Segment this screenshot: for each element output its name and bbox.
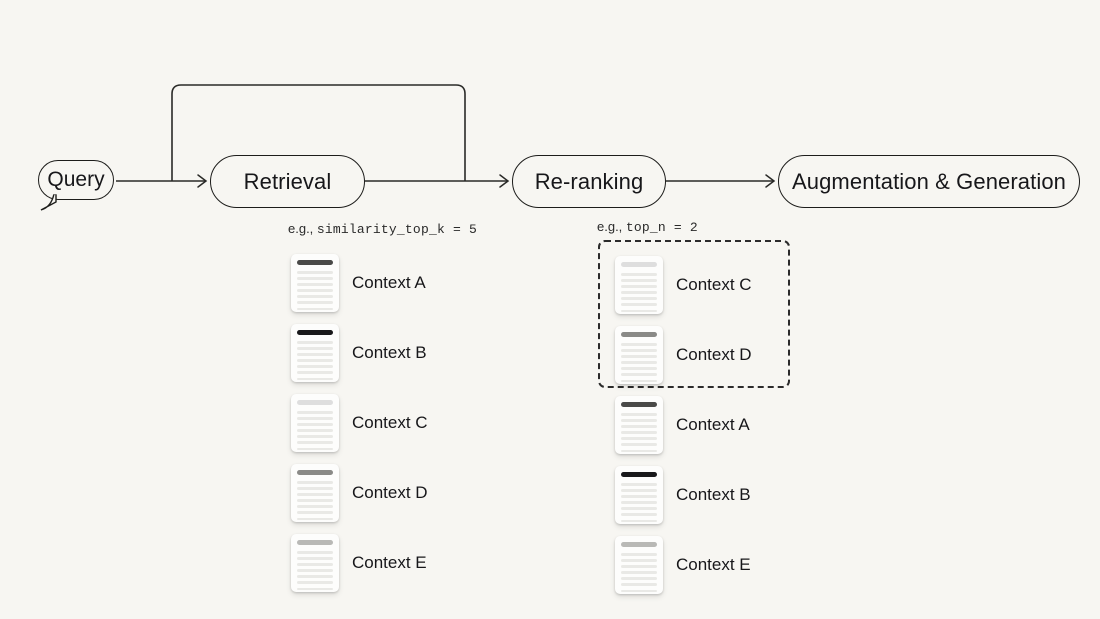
diagram-canvas: Query Retrieval Re-ranking Augmentation … <box>0 0 1100 619</box>
context-label: Context E <box>352 553 427 572</box>
document-text-lines <box>297 341 333 382</box>
arrowhead-retrieval <box>197 174 208 188</box>
document-text-lines <box>621 483 657 524</box>
hint-re-ranking-prefix: e.g., <box>597 219 623 234</box>
document-header-bar <box>621 472 657 477</box>
document-icon <box>615 466 663 524</box>
context-item[interactable]: Context E <box>615 530 752 600</box>
hint-retrieval-code: similarity_top_k = 5 <box>316 222 477 237</box>
document-text-lines <box>621 553 657 594</box>
hint-retrieval-prefix: e.g., <box>288 221 314 236</box>
stage-retrieval-label: Retrieval <box>243 168 332 194</box>
document-header-bar <box>621 262 657 267</box>
document-header-bar <box>621 542 657 547</box>
context-item[interactable]: Context A <box>291 248 428 318</box>
context-item[interactable]: Context D <box>615 320 752 390</box>
document-text-lines <box>297 411 333 452</box>
connector-layer <box>116 84 776 188</box>
stage-retrieval[interactable]: Retrieval <box>210 155 365 208</box>
context-label: Context C <box>676 275 752 294</box>
context-item[interactable]: Context B <box>291 318 428 388</box>
context-label: Context D <box>352 483 428 502</box>
document-header-bar <box>297 540 333 545</box>
reranked-context-list: Context C Context D Context A Context B Cont… <box>615 250 752 600</box>
document-icon <box>291 464 339 522</box>
document-header-bar <box>621 332 657 337</box>
document-header-bar <box>297 260 333 265</box>
document-icon <box>615 536 663 594</box>
document-header-bar <box>297 330 333 335</box>
arrowhead-rerank <box>499 174 510 188</box>
document-icon <box>291 394 339 452</box>
document-icon <box>615 326 663 384</box>
context-label: Context A <box>352 273 426 292</box>
stage-augmentation-generation-label: Augmentation & Generation <box>791 168 1066 194</box>
document-header-bar <box>297 400 333 405</box>
context-label: Context C <box>352 413 428 432</box>
context-item[interactable]: Context D <box>291 458 428 528</box>
retrieved-context-list: Context A Context B Context C Context D Cont… <box>291 248 428 598</box>
context-item[interactable]: Context B <box>615 460 752 530</box>
document-text-lines <box>621 413 657 454</box>
document-icon <box>291 324 339 382</box>
stage-re-ranking-label: Re-ranking <box>534 168 644 194</box>
document-icon <box>291 254 339 312</box>
arrowhead-augment <box>765 174 776 188</box>
context-item[interactable]: Context C <box>291 388 428 458</box>
document-text-lines <box>297 481 333 522</box>
hint-re-ranking-code: top_n = 2 <box>625 220 698 235</box>
document-icon <box>615 256 663 314</box>
document-text-lines <box>297 551 333 592</box>
document-text-lines <box>621 273 657 314</box>
context-label: Context B <box>676 485 751 504</box>
context-item[interactable]: Context A <box>615 390 752 460</box>
document-text-lines <box>621 343 657 384</box>
document-icon <box>291 534 339 592</box>
query-bubble-tail <box>40 191 57 211</box>
hint-re-ranking: e.g., top_n = 2 <box>597 219 698 235</box>
context-label: Context D <box>676 345 752 364</box>
document-text-lines <box>297 271 333 312</box>
document-icon <box>615 396 663 454</box>
context-item[interactable]: Context E <box>291 528 428 598</box>
stage-re-ranking[interactable]: Re-ranking <box>512 155 666 208</box>
stage-augmentation-generation[interactable]: Augmentation & Generation <box>778 155 1080 208</box>
context-label: Context A <box>676 415 750 434</box>
context-label: Context B <box>352 343 427 362</box>
context-label: Context E <box>676 555 751 574</box>
hint-retrieval: e.g., similarity_top_k = 5 <box>288 221 477 237</box>
document-header-bar <box>297 470 333 475</box>
document-header-bar <box>621 402 657 407</box>
context-item[interactable]: Context C <box>615 250 752 320</box>
query-label: Query <box>47 168 105 191</box>
